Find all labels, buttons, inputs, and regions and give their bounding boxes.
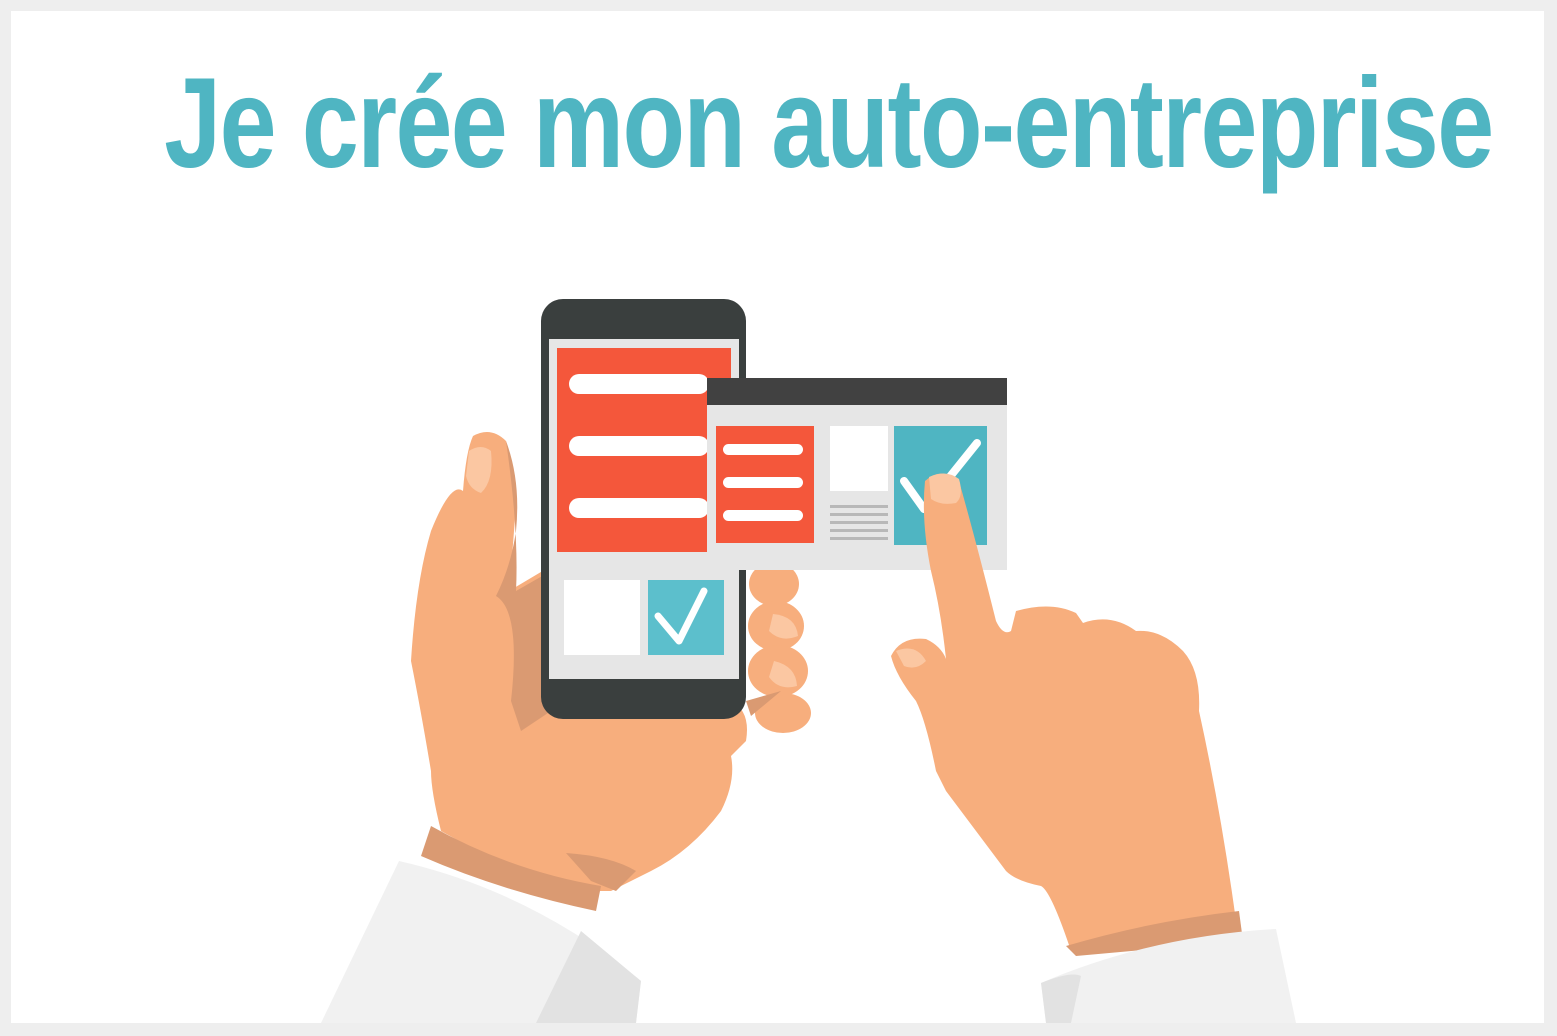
pointing-hand-icon (891, 473, 1296, 1023)
illustration (321, 299, 1296, 1023)
poster-frame: Je crée mon auto-entreprise (11, 11, 1544, 1023)
